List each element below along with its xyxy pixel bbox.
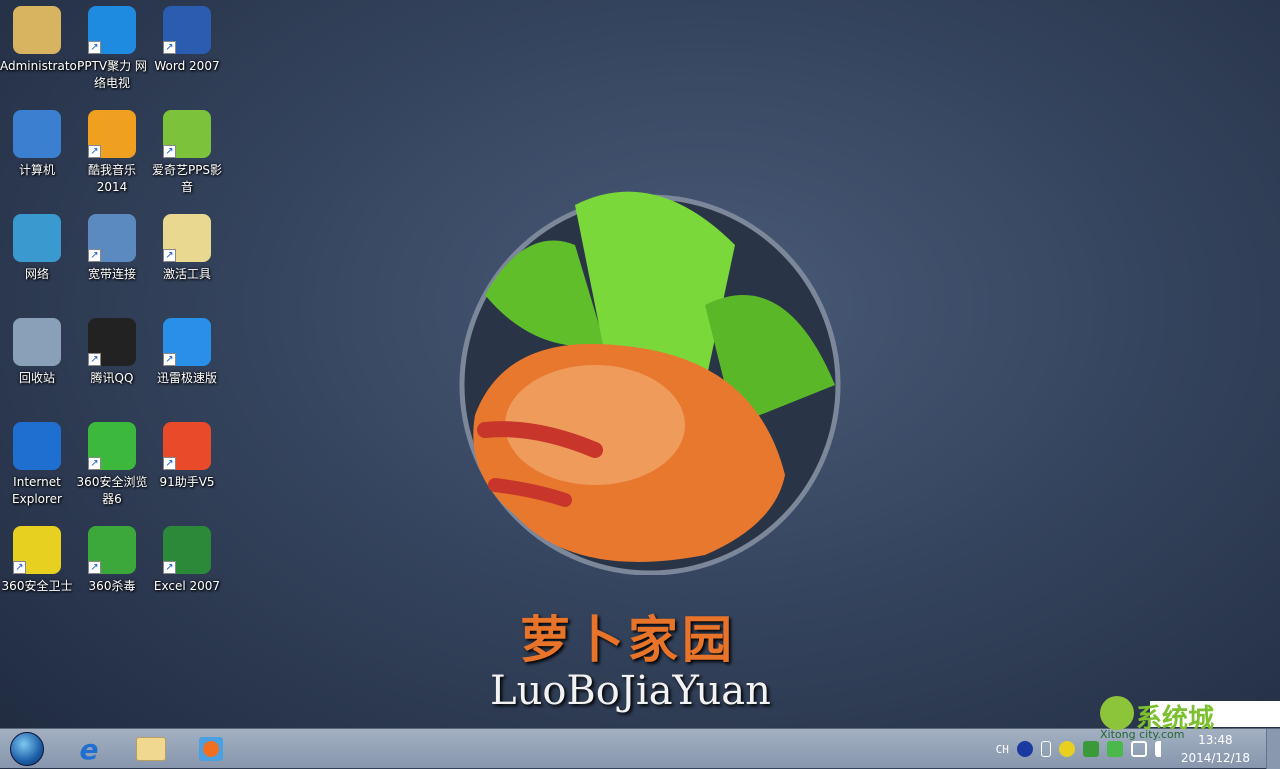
desktop-icon-label: Word 2007 [154,59,220,73]
show-hidden-icons-button[interactable] [1040,741,1051,757]
ie-icon [13,422,61,470]
explorer-icon [136,737,166,761]
word-icon: ↗ [163,6,211,54]
thunder-icon: ↗ [163,318,211,366]
desktop-icon-label: 爱奇艺PPS影音 [151,163,223,194]
taskbar-explorer-button[interactable] [126,732,176,766]
desktop-icon-label: 360安全浏览器6 [76,475,148,506]
shortcut-arrow-icon: ↗ [13,561,26,574]
taskbar-media-player-button[interactable] [186,732,236,766]
desktop-icon[interactable]: ↗ 迅雷极速版 [150,318,224,387]
shortcut-arrow-icon: ↗ [88,145,101,158]
desktop-icon[interactable]: ↗ PPTV聚力 网络电视 [75,6,149,92]
qq-icon: ↗ [88,318,136,366]
shortcut-arrow-icon: ↗ [163,457,176,470]
desktop-icon-label: 酷我音乐 2014 [87,163,136,194]
360-antivirus-icon: ↗ [88,526,136,574]
desktop-icon-label: PPTV聚力 网络电视 [77,59,147,90]
carrot-logo [459,191,841,575]
desktop-icon[interactable]: ↗ 激活工具 [150,214,224,283]
desktop-icon[interactable]: Administrator [0,6,82,75]
desktop-icon-label: Internet Explorer [12,475,62,506]
desktop-icon-label: Administrator [0,59,82,73]
desktop-icon-label: 360杀毒 [88,579,136,593]
iqiyi-pps-icon: ↗ [163,110,211,158]
shortcut-arrow-icon: ↗ [88,561,101,574]
desktop-icon[interactable]: 网络 [0,214,74,283]
desktop-icon-label: 激活工具 [162,267,211,281]
shortcut-arrow-icon: ↗ [163,145,176,158]
watermark-logo-icon [1100,696,1134,730]
language-indicator[interactable]: CH [996,743,1009,756]
wallpaper-title-en: LuoBoJiaYuan [490,668,771,714]
desktop-icon-label: 计算机 [18,163,55,177]
user-folder-icon [13,6,61,54]
start-orb-icon [10,732,44,766]
desktop-icon-label: 360安全卫士 [1,579,73,593]
shortcut-arrow-icon: ↗ [163,561,176,574]
360-safe-tray-icon[interactable] [1058,741,1075,757]
computer-icon [13,110,61,158]
desktop-icon-label: Excel 2007 [153,579,221,593]
shortcut-arrow-icon: ↗ [88,249,101,262]
desktop-icon[interactable]: ↗ 360安全卫士 [0,526,74,595]
desktop-icon[interactable]: ↗ 爱奇艺PPS影音 [150,110,224,196]
shortcut-arrow-icon: ↗ [88,457,101,470]
desktop-icon-label: 宽带连接 [87,267,136,281]
usb-safe-remove-icon[interactable] [1082,741,1099,757]
broadband-icon: ↗ [88,214,136,262]
desktop-icon[interactable]: ↗ 腾讯QQ [75,318,149,387]
360-browser-icon: ↗ [88,422,136,470]
desktop-icon[interactable]: ↗ Excel 2007 [150,526,224,595]
desktop-icon[interactable]: ↗ 360杀毒 [75,526,149,595]
shortcut-arrow-icon: ↗ [163,249,176,262]
excel-icon: ↗ [163,526,211,574]
kuwo-music-icon: ↗ [88,110,136,158]
desktop-icon[interactable]: ↗ 91助手V5 [150,422,224,491]
recycle-bin-icon [13,318,61,366]
start-button[interactable] [2,732,52,766]
desktop-icon[interactable]: ↗ Word 2007 [150,6,224,75]
watermark-sub: Xitong city.com [1100,728,1185,741]
desktop-icon[interactable]: ↗ 360安全浏览器6 [75,422,149,508]
desktop-icon-label: 迅雷极速版 [156,371,217,385]
wallpaper-title-cn: 萝卜家园 [520,611,736,669]
shortcut-arrow-icon: ↗ [88,41,101,54]
91-assistant-icon: ↗ [163,422,211,470]
desktop-icon-label: 91助手V5 [159,475,215,489]
desktop-icon[interactable]: ↗ 酷我音乐 2014 [75,110,149,196]
desktop-icon[interactable]: ↗ 宽带连接 [75,214,149,283]
folder-icon: ↗ [163,214,211,262]
shortcut-arrow-icon: ↗ [163,353,176,366]
clock-date: 2014/12/18 [1180,751,1250,765]
ie-icon: e [79,732,99,766]
help-icon[interactable] [1016,741,1033,757]
desktop-icon[interactable]: 回收站 [0,318,74,387]
desktop-icon[interactable]: Internet Explorer [0,422,74,508]
desktop-icon-label: 网络 [24,267,49,281]
360-safe-icon: ↗ [13,526,61,574]
pptv-icon: ↗ [88,6,136,54]
network-icon [13,214,61,262]
taskbar: e CH 13:48 2014/12/18 [0,728,1280,769]
shortcut-arrow-icon: ↗ [88,353,101,366]
media-player-icon [199,737,223,761]
desktop-icon[interactable]: 计算机 [0,110,74,179]
shortcut-arrow-icon: ↗ [163,41,176,54]
desktop-icon-label: 回收站 [18,371,55,385]
desktop-icon-label: 腾讯QQ [90,371,134,385]
watermark: 系统城 Xitong city.com [1100,696,1280,746]
taskbar-ie-button[interactable]: e [64,732,114,766]
